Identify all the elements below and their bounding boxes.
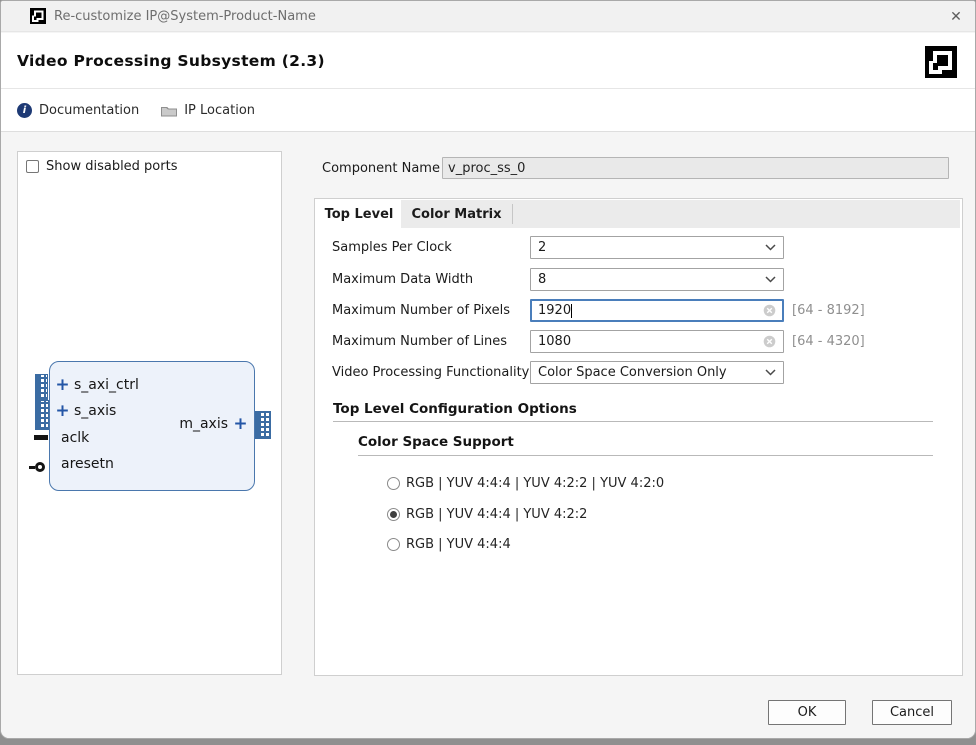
- port-label: s_axi_ctrl: [74, 377, 139, 393]
- plus-icon[interactable]: +: [55, 404, 70, 418]
- dialog-content: Show disabled ports + s_axi_ctrl + s_axi…: [1, 132, 975, 739]
- show-disabled-ports-row: Show disabled ports: [26, 159, 177, 174]
- component-name-field[interactable]: v_proc_ss_0: [442, 157, 949, 179]
- radio-icon-selected[interactable]: [387, 508, 400, 521]
- select-value: 8: [538, 272, 546, 287]
- window-title: Re-customize IP@System-Product-Name: [54, 9, 316, 24]
- tab-label: Top Level: [325, 207, 394, 222]
- tab-label: Color Matrix: [412, 207, 502, 222]
- subsection-title: Color Space Support: [358, 434, 514, 450]
- ok-button[interactable]: OK: [768, 700, 846, 725]
- port-label: aclk: [61, 430, 89, 446]
- port-m-axis[interactable]: m_axis +: [179, 416, 248, 432]
- range-hint: [64 - 4320]: [792, 330, 865, 353]
- section-title: Top Level Configuration Options: [333, 401, 577, 417]
- title-bar: Re-customize IP@System-Product-Name ✕: [1, 1, 975, 32]
- port-s-axis[interactable]: + s_axis: [55, 403, 116, 419]
- ip-location-label: IP Location: [184, 103, 255, 118]
- maximum-number-of-lines-input[interactable]: 1080: [530, 330, 784, 353]
- chevron-down-icon: [765, 244, 776, 251]
- tab-divider: [512, 204, 513, 224]
- port-label: m_axis: [179, 416, 228, 432]
- text-cursor: [571, 304, 572, 318]
- maximum-data-width-select[interactable]: 8: [530, 268, 784, 291]
- radio-label: RGB | YUV 4:4:4: [406, 537, 511, 552]
- clear-input-icon[interactable]: [763, 335, 776, 348]
- show-disabled-ports-checkbox[interactable]: [26, 160, 39, 173]
- input-value: 1920: [538, 303, 571, 318]
- radio-option-2[interactable]: RGB | YUV 4:4:4 | YUV 4:2:2: [387, 507, 587, 522]
- tab-bar: Top Level Color Matrix: [317, 200, 960, 228]
- clear-input-icon[interactable]: [763, 304, 776, 317]
- toolbar: i Documentation IP Location: [1, 88, 975, 132]
- input-value: 1080: [538, 334, 571, 349]
- s-axis-bus-icon: [35, 400, 49, 430]
- ip-location-button[interactable]: IP Location: [161, 103, 255, 118]
- radio-label: RGB | YUV 4:4:4 | YUV 4:2:2 | YUV 4:2:0: [406, 476, 664, 491]
- plus-icon[interactable]: +: [55, 378, 70, 392]
- field-label: Samples Per Clock: [332, 236, 452, 259]
- field-label: Video Processing Functionality: [332, 361, 529, 384]
- field-label: Maximum Number of Lines: [332, 330, 507, 353]
- documentation-label: Documentation: [39, 103, 139, 118]
- cancel-button[interactable]: Cancel: [872, 700, 952, 725]
- subsection-rule: [358, 455, 933, 456]
- config-panel: Top Level Color Matrix Samples Per Clock…: [314, 198, 963, 676]
- samples-per-clock-select[interactable]: 2: [530, 236, 784, 259]
- show-disabled-ports-label: Show disabled ports: [46, 159, 177, 174]
- port-s-axi-ctrl[interactable]: + s_axi_ctrl: [55, 377, 139, 393]
- aresetn-pin-icon: [29, 462, 45, 472]
- tab-color-matrix[interactable]: Color Matrix: [401, 200, 512, 228]
- field-label: Maximum Data Width: [332, 268, 473, 291]
- plus-icon[interactable]: +: [233, 417, 248, 431]
- folder-icon: [161, 104, 177, 117]
- dialog-header: Video Processing Subsystem (2.3): [1, 33, 975, 88]
- port-label: aresetn: [61, 456, 114, 472]
- radio-option-1[interactable]: RGB | YUV 4:4:4 | YUV 4:2:2 | YUV 4:2:0: [387, 476, 664, 491]
- aclk-pin-icon: [34, 435, 48, 440]
- component-name-value: v_proc_ss_0: [448, 161, 525, 176]
- amd-logo-icon: [30, 8, 46, 24]
- documentation-button[interactable]: i Documentation: [17, 103, 139, 118]
- ip-block-diagram[interactable]: + s_axi_ctrl + s_axis aclk aresetn m_axi…: [49, 361, 255, 491]
- port-aresetn: aresetn: [61, 456, 114, 472]
- info-icon: i: [17, 103, 32, 118]
- select-value: 2: [538, 240, 546, 255]
- radio-icon[interactable]: [387, 538, 400, 551]
- close-icon[interactable]: ✕: [943, 4, 969, 29]
- component-name-label: Component Name: [322, 161, 440, 176]
- select-value: Color Space Conversion Only: [538, 365, 727, 380]
- chevron-down-icon: [765, 276, 776, 283]
- ip-symbol-panel: Show disabled ports + s_axi_ctrl + s_axi…: [17, 151, 282, 675]
- range-hint: [64 - 8192]: [792, 299, 865, 322]
- port-aclk: aclk: [61, 430, 89, 446]
- dialog-window: Re-customize IP@System-Product-Name ✕ Vi…: [0, 0, 976, 739]
- maximum-number-of-pixels-input[interactable]: 1920: [530, 299, 784, 322]
- video-processing-functionality-select[interactable]: Color Space Conversion Only: [530, 361, 784, 384]
- section-rule: [333, 421, 933, 422]
- radio-label: RGB | YUV 4:4:4 | YUV 4:2:2: [406, 507, 587, 522]
- tab-top-level[interactable]: Top Level: [317, 200, 401, 228]
- chevron-down-icon: [765, 369, 776, 376]
- s-axi-ctrl-bus-icon: [35, 374, 48, 400]
- reset-ring: [35, 462, 45, 472]
- radio-icon[interactable]: [387, 477, 400, 490]
- m-axis-bus-icon: [255, 411, 271, 439]
- radio-option-3[interactable]: RGB | YUV 4:4:4: [387, 537, 511, 552]
- amd-logo-icon: [925, 46, 957, 78]
- page-title: Video Processing Subsystem (2.3): [17, 52, 325, 70]
- port-label: s_axis: [74, 403, 116, 419]
- field-label: Maximum Number of Pixels: [332, 299, 510, 322]
